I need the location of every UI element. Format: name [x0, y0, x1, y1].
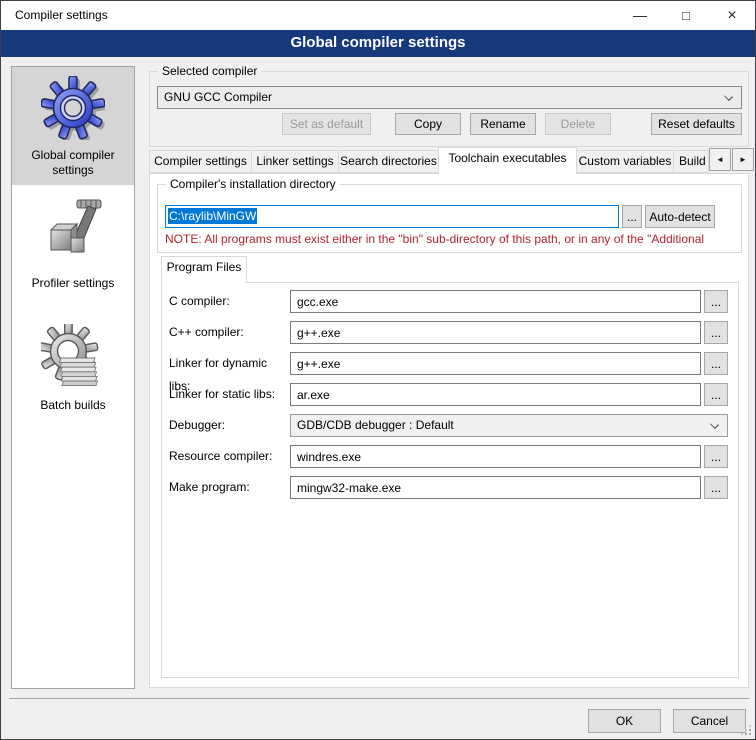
rename-button[interactable]: Rename: [470, 113, 536, 135]
footer-divider: [9, 698, 749, 699]
resource-compiler-input[interactable]: [291, 446, 700, 467]
make-program-label: Make program:: [169, 476, 289, 499]
tab-scroll-left-button[interactable]: ◄: [709, 148, 731, 171]
tab-custom-variables[interactable]: Custom variables: [576, 150, 674, 173]
profiler-caliper-icon[interactable]: [41, 194, 105, 258]
resize-grip-icon[interactable]: [740, 724, 752, 736]
page-title: Global compiler settings: [1, 30, 755, 57]
close-button[interactable]: ×: [709, 1, 755, 30]
install-note: NOTE: All programs must exist either in …: [165, 232, 739, 246]
cpp-compiler-field-wrap: [290, 321, 701, 344]
chevron-down-icon: [710, 420, 719, 429]
linker-static-browse-button[interactable]: ...: [704, 383, 728, 406]
make-program-browse-button[interactable]: ...: [704, 476, 728, 499]
install-directory-input[interactable]: C:\raylib\MinGW: [165, 205, 619, 228]
debugger-select-value: GDB/CDB debugger : Default: [297, 418, 454, 432]
tab-linker-settings[interactable]: Linker settings: [251, 150, 339, 173]
cancel-button[interactable]: Cancel: [673, 709, 746, 733]
compiler-select-value: GNU GCC Compiler: [164, 90, 272, 104]
maximize-icon: □: [682, 8, 690, 23]
gear-blue-icon[interactable]: [41, 76, 105, 140]
settings-category-list: Global compiler settings Profiler settin…: [11, 66, 135, 689]
cpp-compiler-input[interactable]: [291, 322, 700, 343]
tab-scroll-right-button[interactable]: ►: [732, 148, 754, 171]
tab-search-directories[interactable]: Search directories: [338, 150, 439, 173]
minimize-button[interactable]: —: [617, 1, 663, 30]
resource-compiler-field-wrap: [290, 445, 701, 468]
sidebar-item-profiler-label[interactable]: Profiler settings: [16, 276, 130, 291]
window-title: Compiler settings: [15, 1, 108, 30]
tab-compiler-settings[interactable]: Compiler settings: [149, 150, 252, 173]
cpp-compiler-label: C++ compiler:: [169, 321, 289, 344]
c-compiler-label: C compiler:: [169, 290, 289, 313]
linker-static-input[interactable]: [291, 384, 700, 405]
ok-button[interactable]: OK: [588, 709, 661, 733]
set-as-default-button[interactable]: Set as default: [282, 113, 371, 135]
chevron-down-icon: [724, 92, 733, 101]
delete-button[interactable]: Delete: [545, 113, 611, 135]
close-icon: ×: [727, 7, 736, 24]
reset-defaults-button[interactable]: Reset defaults: [651, 113, 742, 135]
install-directory-selected-text: C:\raylib\MinGW: [168, 208, 257, 224]
cpp-compiler-browse-button[interactable]: ...: [704, 321, 728, 344]
compiler-select[interactable]: GNU GCC Compiler: [157, 86, 742, 109]
make-program-field-wrap: [290, 476, 701, 499]
minimize-icon: —: [633, 7, 647, 23]
sidebar-item-batch-builds-label[interactable]: Batch builds: [16, 398, 130, 413]
c-compiler-input[interactable]: [291, 291, 700, 312]
c-compiler-browse-button[interactable]: ...: [704, 290, 728, 313]
arrow-right-icon: ►: [739, 155, 747, 164]
install-directory-legend: Compiler's installation directory: [166, 177, 340, 192]
linker-dynamic-input[interactable]: [291, 353, 700, 374]
maximize-button[interactable]: □: [663, 1, 709, 30]
linker-dynamic-browse-button[interactable]: ...: [704, 352, 728, 375]
auto-detect-button[interactable]: Auto-detect: [645, 205, 715, 228]
linker-dynamic-field-wrap: [290, 352, 701, 375]
linker-static-label: Linker for static libs:: [169, 383, 289, 406]
selected-compiler-group: Selected compiler: [149, 71, 749, 147]
sidebar-item-global-compiler-label[interactable]: Global compiler settings: [16, 148, 130, 178]
install-browse-button[interactable]: ...: [622, 205, 642, 228]
copy-button[interactable]: Copy: [395, 113, 461, 135]
c-compiler-field-wrap: [290, 290, 701, 313]
debugger-label: Debugger:: [169, 414, 289, 437]
debugger-select[interactable]: GDB/CDB debugger : Default: [290, 414, 728, 437]
resource-compiler-browse-button[interactable]: ...: [704, 445, 728, 468]
title-bar: Compiler settings — □ ×: [1, 1, 755, 30]
batch-builds-gear-icon[interactable]: [41, 324, 105, 388]
subtab-program-files[interactable]: Program Files: [161, 256, 247, 283]
resource-compiler-label: Resource compiler:: [169, 445, 289, 468]
make-program-input[interactable]: [291, 477, 700, 498]
compiler-settings-window: Compiler settings — □ × Global compiler …: [0, 0, 756, 740]
linker-static-field-wrap: [290, 383, 701, 406]
arrow-left-icon: ◄: [716, 155, 724, 164]
selected-compiler-legend: Selected compiler: [158, 64, 261, 79]
tab-toolchain-executables[interactable]: Toolchain executables: [438, 147, 577, 174]
tab-build-options[interactable]: Build options: [673, 150, 709, 173]
